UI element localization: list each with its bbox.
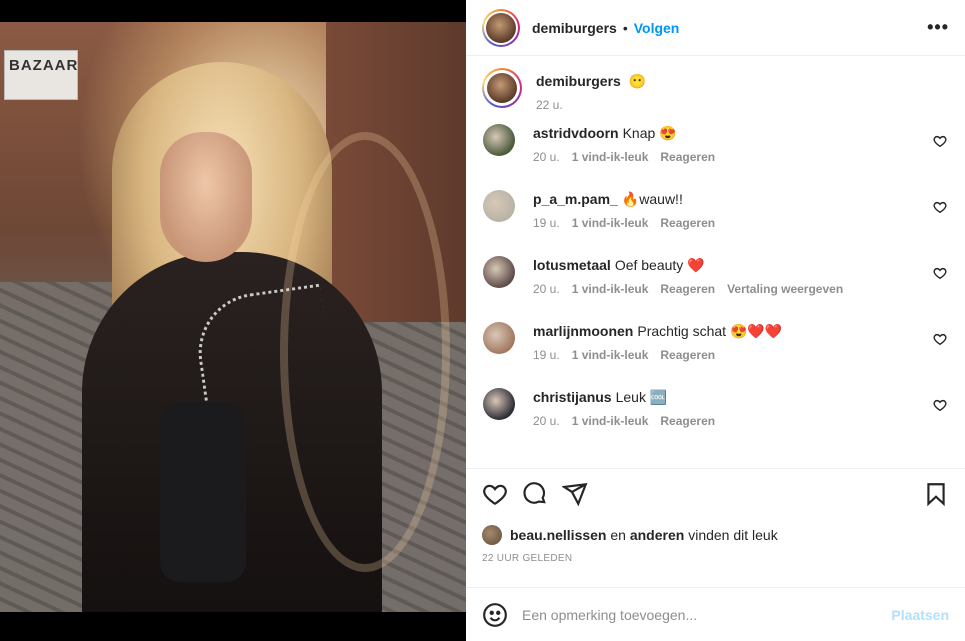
comment-like-heart-icon[interactable]	[933, 398, 947, 412]
post-comment-button[interactable]: Plaatsen	[891, 607, 949, 623]
photo-bag	[160, 402, 246, 582]
commenter-avatar[interactable]	[483, 124, 515, 156]
comment-time[interactable]: 20 u.	[533, 282, 560, 296]
paper-plane-icon[interactable]	[562, 481, 588, 507]
comment-reply-button[interactable]: Reageren	[660, 150, 715, 164]
caption-avatar-ring[interactable]	[482, 68, 522, 108]
comment-reply-button[interactable]: Reageren	[660, 282, 715, 296]
header-separator: •	[622, 19, 628, 36]
comment-item: marlijnmoonen Prachtig schat 😍❤️❤️ 19 u. 1 …	[482, 322, 949, 388]
comment-likes-count[interactable]: 1 vind-ik-leuk	[572, 216, 649, 230]
caption-time[interactable]: 22 u.	[536, 98, 563, 112]
liker-username[interactable]: beau.nellissen	[510, 527, 606, 543]
author-username[interactable]: demiburgers	[532, 20, 617, 36]
comment-likes-count[interactable]: 1 vind-ik-leuk	[572, 348, 649, 362]
commenter-avatar[interactable]	[483, 256, 515, 288]
comment-translate-link[interactable]: Vertaling weergeven	[727, 282, 843, 296]
comment-time[interactable]: 19 u.	[533, 348, 560, 362]
comment-time[interactable]: 20 u.	[533, 414, 560, 428]
post-timestamp[interactable]: 22 UUR GELEDEN	[466, 552, 965, 574]
smiley-icon[interactable]	[482, 602, 508, 628]
comment-text: Oef beauty ❤️	[614, 257, 705, 273]
post-caption: demiburgers 😶 22 u.	[482, 68, 949, 112]
likes-conjunction: en	[610, 527, 626, 543]
author-avatar-ring[interactable]	[482, 8, 520, 47]
comment-reply-button[interactable]: Reageren	[660, 216, 715, 230]
comment-like-heart-icon[interactable]	[933, 200, 947, 214]
commenter-avatar[interactable]	[483, 190, 515, 222]
post-header: demiburgers • Volgen •••	[466, 0, 965, 56]
comment-reply-button[interactable]: Reageren	[660, 348, 715, 362]
post-photo[interactable]: BAZAAR	[0, 22, 466, 612]
caption-username[interactable]: demiburgers	[536, 73, 621, 89]
commenter-avatar[interactable]	[483, 388, 515, 420]
comment-item: lotusmetaal Oef beauty ❤️ 20 u. 1 vind-ik-l…	[482, 256, 949, 322]
caption-avatar[interactable]	[487, 73, 517, 103]
follow-button[interactable]: Volgen	[634, 20, 680, 36]
comment-likes-count[interactable]: 1 vind-ik-leuk	[572, 282, 649, 296]
comment-likes-count[interactable]: 1 vind-ik-leuk	[572, 414, 649, 428]
comment-item: christijanus Leuk 🆒 20 u. 1 vind-ik-leuk Rea…	[482, 388, 949, 454]
commenter-avatar[interactable]	[483, 322, 515, 354]
comment-input[interactable]	[522, 606, 892, 623]
more-options-icon[interactable]: •••	[927, 17, 949, 38]
comment-text: Leuk 🆒	[615, 389, 668, 405]
caption-text: 😶	[628, 73, 647, 89]
comment-username[interactable]: astridvdoorn	[533, 125, 619, 141]
comment-username[interactable]: p_a_m.pam_	[533, 191, 618, 207]
likes-others-link[interactable]: anderen	[630, 527, 684, 543]
comment-item: p_a_m.pam_ 🔥wauw!! 19 u. 1 vind-ik-leuk Reag…	[482, 190, 949, 256]
comments-list[interactable]: demiburgers 😶 22 u. astridvdoorn Knap 😍 20…	[466, 56, 965, 468]
comment-like-heart-icon[interactable]	[933, 266, 947, 280]
likes-summary: beau.nellissen en anderen vinden dit leu…	[466, 518, 965, 552]
comment-icon[interactable]	[522, 481, 548, 507]
liker-avatar[interactable]	[482, 525, 502, 545]
comment-like-heart-icon[interactable]	[933, 134, 947, 148]
comment-time[interactable]: 20 u.	[533, 150, 560, 164]
comment-likes-count[interactable]: 1 vind-ik-leuk	[572, 150, 649, 164]
photo-sign: BAZAAR	[4, 50, 78, 100]
comment-item: astridvdoorn Knap 😍 20 u. 1 vind-ik-leuk Rea…	[482, 124, 949, 190]
heart-icon[interactable]	[482, 481, 508, 507]
comment-text: Prachtig schat 😍❤️❤️	[637, 323, 783, 339]
post-media: BAZAAR	[0, 0, 466, 641]
comment-text: 🔥wauw!!	[621, 191, 683, 207]
comment-text: Knap 😍	[622, 125, 677, 141]
photo-face	[160, 132, 252, 262]
photo-lens-flare	[280, 132, 450, 572]
post-panel: demiburgers • Volgen ••• demiburgers 😶 2…	[466, 0, 965, 641]
add-comment-bar: Plaatsen	[466, 587, 965, 641]
comment-username[interactable]: christijanus	[533, 389, 612, 405]
comment-reply-button[interactable]: Reageren	[660, 414, 715, 428]
action-bar	[466, 468, 965, 518]
comment-username[interactable]: lotusmetaal	[533, 257, 611, 273]
comment-like-heart-icon[interactable]	[933, 332, 947, 346]
comment-username[interactable]: marlijnmoonen	[533, 323, 633, 339]
likes-suffix: vinden dit leuk	[688, 527, 778, 543]
author-avatar[interactable]	[486, 12, 516, 43]
bookmark-icon[interactable]	[923, 481, 949, 507]
comment-time[interactable]: 19 u.	[533, 216, 560, 230]
